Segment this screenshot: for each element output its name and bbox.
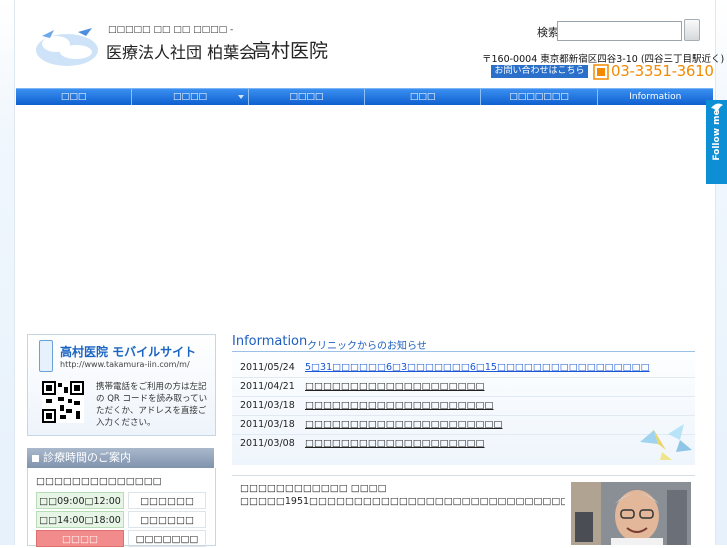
- news-link[interactable]: □□□□□□□□□□□□□□□□□□□□: [305, 438, 485, 449]
- follow-me-label: Follow me: [712, 109, 722, 161]
- hours-time: □□□□: [36, 530, 124, 547]
- nav-item-home[interactable]: □□□: [16, 89, 133, 105]
- news-link[interactable]: 5□31□□□□□□6□3□□□□□□□6□15□□□□□□□□□□□□□□□□…: [305, 362, 650, 373]
- nav-label: □□□□: [289, 92, 324, 102]
- qr-code-icon: [42, 381, 84, 423]
- mobile-site-url: http://www.takamura-iin.com/m/: [60, 360, 190, 369]
- hours-value: □□□□□□: [128, 492, 206, 509]
- hours-time: □□14:00□18:00: [36, 511, 124, 528]
- hours-time: □□09:00□12:00: [36, 492, 124, 509]
- hours-heading: 診療時間のご案内: [27, 448, 214, 468]
- news-date: 2011/05/24: [240, 362, 295, 373]
- news-link[interactable]: □□□□□□□□□□□□□□□□□□□□□: [305, 400, 494, 411]
- divider: [232, 351, 695, 352]
- phone-number: 03-3351-3610: [611, 62, 714, 80]
- nav-item-2[interactable]: □□□□: [132, 89, 249, 105]
- hours-row: □□14:00□18:00 □□□□□□: [36, 511, 206, 528]
- nav-label: □□□□: [172, 92, 207, 102]
- hours-value: □□□□□□: [128, 511, 206, 528]
- mobile-site-banner[interactable]: 高村医院 モバイルサイト http://www.takamura-iin.com…: [27, 334, 216, 436]
- hours-box: □□□□□□□□□□□□□□ □□09:00□12:00 □□□□□□ □□14…: [27, 468, 216, 547]
- hours-value: □□□□□□□: [128, 530, 206, 547]
- profile-title: □□□□□□□□□□□□ □□□□: [240, 483, 387, 494]
- caret-down-icon: [237, 95, 244, 99]
- information-subtitle: クリニックからのお知らせ: [307, 341, 427, 352]
- information-list: 2011/05/24 5□31□□□□□□6□3□□□□□□□6□15□□□□□…: [232, 353, 695, 465]
- mobile-site-title: 高村医院 モバイルサイト: [60, 345, 197, 359]
- news-link[interactable]: □□□□□□□□□□□□□□□□□□□□□□: [305, 419, 502, 430]
- news-date: 2011/03/08: [240, 438, 295, 449]
- nav-label: □□□: [60, 92, 87, 102]
- news-date: 2011/04/21: [240, 381, 295, 392]
- doctor-photo: [571, 482, 691, 545]
- information-title: Information: [232, 334, 308, 349]
- phone-icon: [593, 64, 609, 80]
- profile-text: □□□□□1951□□□□□□□□□□□□□□□□□□□□□□□□□□□□□□□…: [240, 496, 565, 507]
- nav-item-3[interactable]: □□□□: [249, 89, 365, 105]
- mobile-site-description: 携帯電話をご利用の方は左記の QR コードを読み取っていただくか、アドレスを直接…: [96, 382, 208, 428]
- hours-heading-label: 診療時間のご案内: [43, 451, 131, 464]
- list-item: 2011/03/18 □□□□□□□□□□□□□□□□□□□□□: [232, 396, 695, 416]
- list-item: 2011/03/08 □□□□□□□□□□□□□□□□□□□□: [232, 434, 695, 453]
- news-date: 2011/03/18: [240, 419, 295, 430]
- bullet-icon: [32, 454, 39, 462]
- news-link[interactable]: □□□□□□□□□□□□□□□□□□□□: [305, 381, 485, 392]
- main-nav: □□□ □□□□ □□□□ □□□ □□□□□□□ Information: [16, 88, 713, 105]
- hours-row: □□09:00□12:00 □□□□□□: [36, 492, 206, 509]
- nav-item-4[interactable]: □□□: [365, 89, 482, 105]
- news-date: 2011/03/18: [240, 400, 295, 411]
- clinic-name[interactable]: 高村医院: [252, 36, 328, 63]
- nav-label: □□□: [409, 92, 436, 102]
- nav-label: □□□□□□□: [509, 92, 569, 102]
- search-input[interactable]: [557, 21, 682, 41]
- follow-me-tab[interactable]: Follow me: [706, 100, 727, 184]
- list-item: 2011/05/24 5□31□□□□□□6□3□□□□□□□6□15□□□□□…: [232, 358, 695, 378]
- hours-row: □□□□ □□□□□□□: [36, 530, 206, 547]
- search-button[interactable]: [684, 19, 700, 41]
- site-tagline: □□□□□ □□ □□ □□□□ -: [108, 25, 234, 35]
- nav-item-information[interactable]: Information: [598, 89, 713, 105]
- logo-cloud-icon: [36, 28, 98, 66]
- contact-button[interactable]: お問い合わせはこちら: [491, 65, 588, 78]
- list-item: 2011/03/18 □□□□□□□□□□□□□□□□□□□□□□: [232, 415, 695, 435]
- mobile-phone-icon: [39, 340, 53, 372]
- origami-crane-decoration-icon: [640, 424, 692, 460]
- list-item: 2011/04/21 □□□□□□□□□□□□□□□□□□□□: [232, 377, 695, 397]
- nav-item-5[interactable]: □□□□□□□: [481, 89, 598, 105]
- corporation-name: 医療法人社団 柏葉会: [106, 43, 256, 62]
- nav-label: Information: [629, 92, 682, 102]
- hours-subtitle: □□□□□□□□□□□□□□: [36, 476, 162, 487]
